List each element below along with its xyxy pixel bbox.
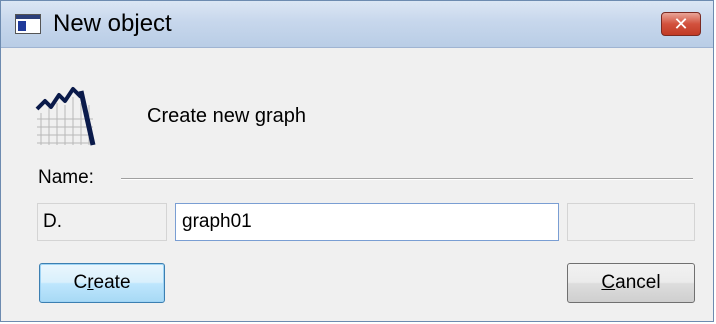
graph-icon	[35, 87, 96, 146]
name-suffix-field	[567, 203, 695, 241]
close-button[interactable]: ✕	[661, 12, 701, 36]
create-button-label: Create	[73, 272, 131, 293]
cancel-button[interactable]: Cancel	[567, 263, 695, 303]
cancel-button-label: Cancel	[601, 272, 661, 293]
new-object-dialog: New object ✕ Create new graph Name: D. C…	[0, 0, 714, 322]
title-bar[interactable]: New object ✕	[1, 1, 713, 48]
window-icon	[15, 14, 41, 34]
close-icon: ✕	[673, 14, 689, 34]
name-input[interactable]	[175, 203, 559, 241]
create-button[interactable]: Create	[39, 263, 165, 303]
dialog-description: Create new graph	[147, 105, 306, 127]
name-label: Name:	[38, 167, 94, 188]
name-divider	[121, 178, 693, 180]
window-title: New object	[53, 10, 172, 37]
name-prefix-field: D.	[37, 203, 167, 241]
